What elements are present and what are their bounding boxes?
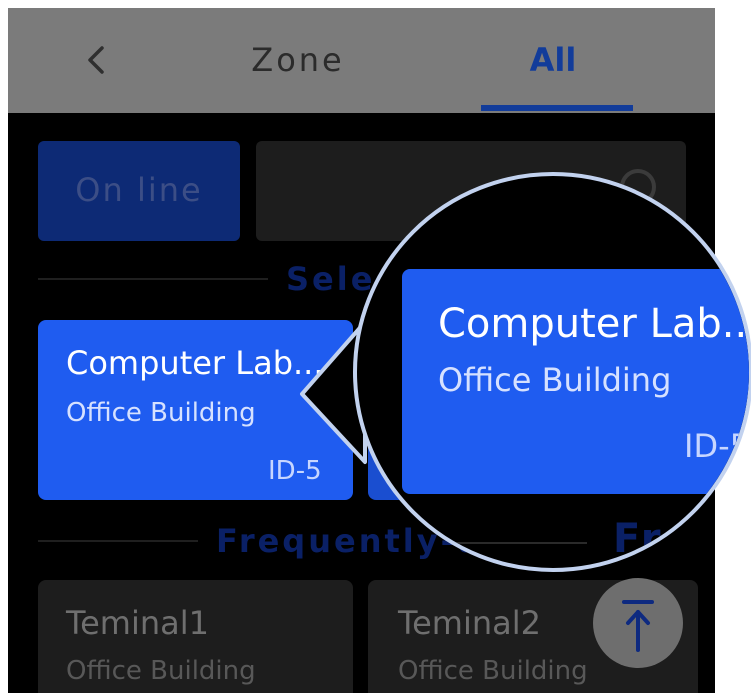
selected-divider-left <box>38 278 268 280</box>
chevron-left-icon-svg <box>88 46 104 74</box>
card-title: Teminal2 <box>398 604 541 642</box>
card-subtitle: Office Building <box>66 398 256 428</box>
zoomed-card-id: ID-5 <box>684 427 750 465</box>
frequent-card-1[interactable]: Teminal1 Office Building <box>38 580 353 693</box>
card-subtitle: Office Building <box>66 656 256 686</box>
zoomed-card-subtitle: Office Building <box>438 361 672 399</box>
card-title: Teminal1 <box>66 604 209 642</box>
zoomed-selected-card: Computer Lab... Office Building ID-5 <box>402 269 751 494</box>
top-navigation-bar: Zone All <box>8 8 715 113</box>
zoomed-divider <box>367 542 587 544</box>
online-filter-label: On line <box>75 171 203 209</box>
chevron-left-icon[interactable] <box>78 40 118 80</box>
online-filter-button[interactable]: On line <box>38 141 240 241</box>
tab-all[interactable]: All <box>478 41 628 79</box>
zoomed-frequent-title: Fre <box>613 516 694 562</box>
arrow-up-to-top-icon <box>622 600 654 652</box>
tab-zone[interactable]: Zone <box>218 41 378 79</box>
magnifier-callout: Computer Lab... Office Building ID-5 Fre <box>290 172 751 592</box>
magnifier-lens: Computer Lab... Office Building ID-5 Fre <box>353 172 751 572</box>
zoomed-card-title: Computer Lab... <box>438 301 751 347</box>
card-title: Computer Lab... <box>66 344 324 382</box>
card-subtitle: Office Building <box>398 656 588 686</box>
active-tab-indicator <box>481 105 633 111</box>
frequent-divider-left <box>38 540 198 542</box>
